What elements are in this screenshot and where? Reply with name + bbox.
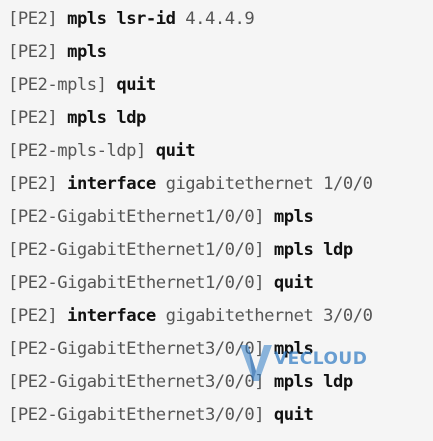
cli-line: [PE2-mpls-ldp] quit <box>8 135 433 168</box>
cli-prompt: [PE2-GigabitEthernet3/0/0] <box>8 405 265 425</box>
cli-argument: gigabitethernet 1/0/0 <box>165 174 373 194</box>
cli-command: mpls lsr-id <box>67 9 176 29</box>
cli-prompt: [PE2] <box>8 108 58 128</box>
cli-command: mpls ldp <box>273 372 353 392</box>
cli-prompt: [PE2-GigabitEthernet1/0/0] <box>8 240 265 260</box>
cli-command: mpls ldp <box>67 108 146 128</box>
cli-prompt: [PE2-GigabitEthernet3/0/0] <box>8 339 265 359</box>
cli-output: [PE2] mpls lsr-id 4.4.4.9 [PE2] mpls [PE… <box>0 0 433 441</box>
cli-command: quit <box>273 273 314 293</box>
cli-prompt: [PE2-GigabitEthernet3/0/0] <box>8 372 265 392</box>
cli-line: [PE2-GigabitEthernet1/0/0] mpls ldp <box>8 234 433 267</box>
cli-line: [PE2] interface gigabitethernet 1/0/0 <box>8 168 433 201</box>
cli-command: interface <box>67 174 156 194</box>
cli-line: [PE2-GigabitEthernet1/0/0] mpls <box>8 201 433 234</box>
cli-command: interface <box>67 306 156 326</box>
cli-line: [PE2] interface gigabitethernet 3/0/0 <box>8 300 433 333</box>
cli-line: [PE2-GigabitEthernet3/0/0] mpls ldp <box>8 366 433 399</box>
cli-command: mpls <box>273 207 314 227</box>
cli-prompt: [PE2-mpls-ldp] <box>8 141 146 161</box>
cli-command: mpls ldp <box>273 240 353 260</box>
cli-line: [PE2] mpls <box>8 36 433 69</box>
cli-command: quit <box>116 75 156 95</box>
cli-command: mpls <box>273 339 314 359</box>
cli-line: [PE2] mpls lsr-id 4.4.4.9 <box>8 3 433 36</box>
cli-argument: 4.4.4.9 <box>185 9 255 29</box>
cli-line: [PE2] mpls ldp <box>8 102 433 135</box>
cli-prompt: [PE2-GigabitEthernet1/0/0] <box>8 273 265 293</box>
cli-line: [PE2-GigabitEthernet3/0/0] quit <box>8 399 433 432</box>
cli-line: [PE2-mpls] quit <box>8 69 433 102</box>
cli-argument: gigabitethernet 3/0/0 <box>165 306 373 326</box>
cli-line: [PE2-GigabitEthernet1/0/0] quit <box>8 267 433 300</box>
cli-command: mpls <box>67 42 107 62</box>
cli-command: quit <box>155 141 196 161</box>
cli-prompt: [PE2] <box>8 42 58 62</box>
cli-prompt: [PE2] <box>8 174 58 194</box>
cli-line: [PE2-GigabitEthernet3/0/0] mpls <box>8 333 433 366</box>
cli-prompt: [PE2-GigabitEthernet1/0/0] <box>8 207 265 227</box>
cli-command: quit <box>273 405 314 425</box>
cli-prompt: [PE2] <box>8 306 58 326</box>
cli-prompt: [PE2-mpls] <box>8 75 107 95</box>
cli-prompt: [PE2] <box>8 9 58 29</box>
